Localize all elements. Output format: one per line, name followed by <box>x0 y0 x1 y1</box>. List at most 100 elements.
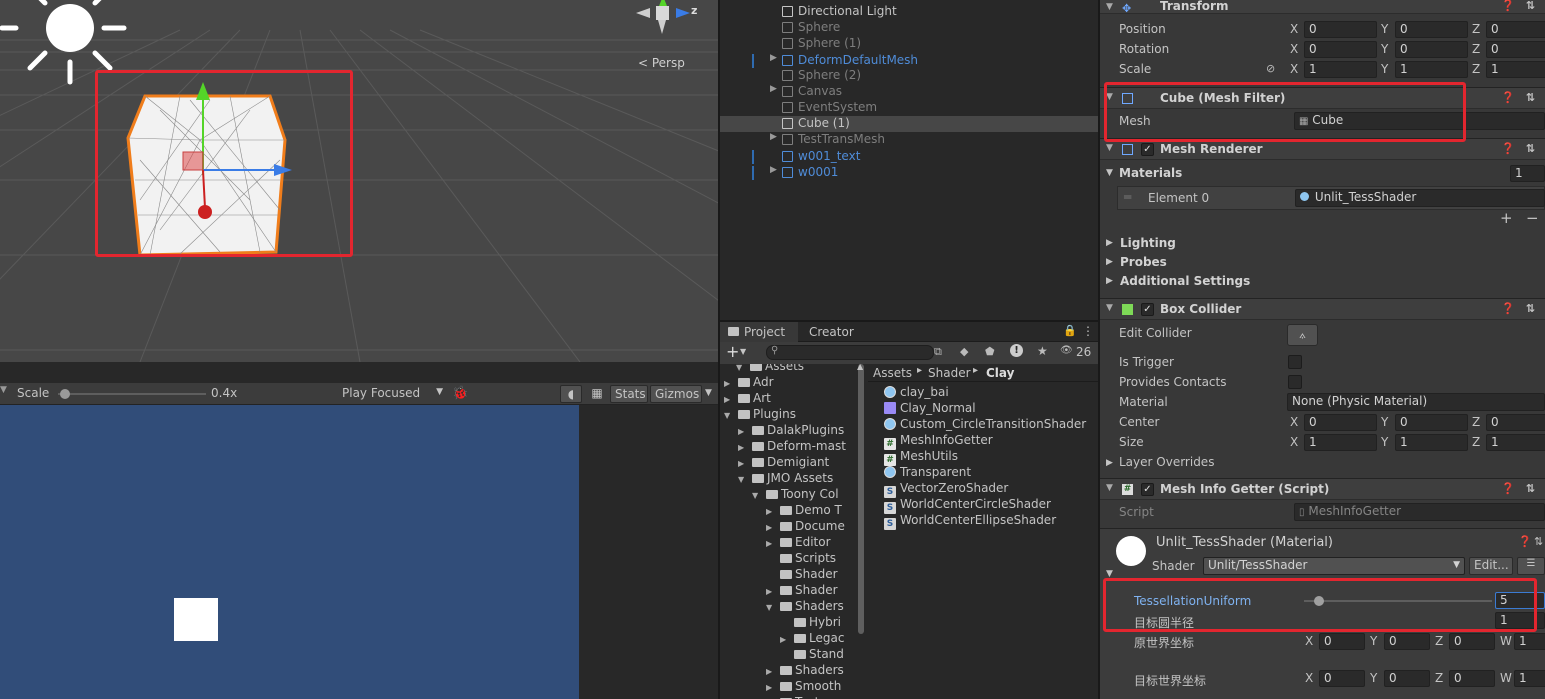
tree-expand-icon[interactable]: ▶ <box>738 459 752 468</box>
physic-material-field[interactable]: None (Physic Material) <box>1287 393 1545 411</box>
tree-folder-item[interactable]: ▶ Smooth <box>766 679 841 695</box>
help-icon[interactable]: ❓ <box>1501 91 1515 104</box>
center-y-input[interactable]: 0 <box>1395 414 1468 431</box>
settings-icon[interactable]: ⇅ <box>1526 91 1535 104</box>
provides-contacts-checkbox[interactable] <box>1288 375 1302 389</box>
project-file-item[interactable]: Transparent <box>884 465 971 481</box>
visibility-eye-icon[interactable]: 👁 <box>1060 345 1073 356</box>
size-x-input[interactable]: 1 <box>1304 434 1377 451</box>
hierarchy-row[interactable]: Sphere (2) <box>720 68 1098 84</box>
project-file-item[interactable]: S WorldCenterEllipseShader <box>884 513 1056 530</box>
collapse-icon[interactable]: ▼ <box>1106 569 1113 579</box>
tree-folder-item[interactable]: Shader <box>766 567 838 583</box>
tree-expand-icon[interactable]: ▶ <box>738 443 752 452</box>
expand-icon[interactable]: ▶ <box>770 165 777 175</box>
project-file-item[interactable]: Custom_CircleTransitionShader <box>884 417 1086 433</box>
box-collider-enabled-checkbox[interactable]: ✓ <box>1141 303 1154 316</box>
position-y-input[interactable]: 0 <box>1395 21 1468 38</box>
tree-folder-item[interactable]: Stand <box>780 647 844 663</box>
scene-view[interactable]: z < Persp <box>0 0 718 362</box>
tree-folder-item[interactable]: ▼ Toony Col <box>752 487 839 503</box>
scale-slider-knob[interactable] <box>60 389 71 399</box>
warning-icon[interactable]: ! <box>1010 344 1023 357</box>
tree-folder-item[interactable]: ▶ Docume <box>766 519 845 535</box>
shader-menu-icon[interactable]: ☰ <box>1517 557 1545 575</box>
kebab-menu-icon[interactable]: ⋮ <box>1082 324 1094 338</box>
is-trigger-checkbox[interactable] <box>1288 355 1302 369</box>
tree-folder-item[interactable]: Scripts <box>766 551 836 567</box>
additional-settings-label[interactable]: Additional Settings <box>1120 274 1250 288</box>
mesh-field[interactable]: ▦ Cube <box>1294 112 1545 130</box>
hierarchy-row[interactable]: Sphere <box>720 20 1098 36</box>
tree-folder-item[interactable]: ▶ Shader <box>766 583 838 599</box>
filter-type-icon[interactable]: ◆ <box>960 345 968 358</box>
expand-icon[interactable]: ▶ <box>1106 238 1113 248</box>
script-enabled-checkbox[interactable]: ✓ <box>1141 483 1154 496</box>
tessellation-slider-knob[interactable] <box>1314 596 1325 606</box>
tree-expand-icon[interactable]: ▶ <box>766 683 780 692</box>
tree-expand-icon[interactable]: ▼ <box>736 364 750 372</box>
tree-folder-item[interactable]: ▶ Demigiant <box>738 455 829 471</box>
tree-folder-item[interactable]: ▶ Adr <box>724 375 774 391</box>
position-z-input[interactable]: 0 <box>1486 21 1545 38</box>
project-file-item[interactable]: # MeshInfoGetter <box>884 433 993 450</box>
mesh-filter-header[interactable]: ▼ Cube (Mesh Filter) ❓ ⇅ <box>1100 87 1545 109</box>
resolution-grid-icon[interactable]: ▦ <box>586 385 608 403</box>
settings-icon[interactable]: ⇅ <box>1526 302 1535 315</box>
tree-folder-item[interactable]: ▶ Editor <box>766 535 831 551</box>
tree-folder-item[interactable]: ▶ Art <box>724 391 771 407</box>
rotation-z-input[interactable]: 0 <box>1486 41 1545 58</box>
drag-handle-icon[interactable]: ═ <box>1124 190 1131 204</box>
tree-expand-icon[interactable]: ▼ <box>766 603 780 612</box>
favorite-star-icon[interactable]: ★ <box>1037 344 1048 358</box>
target-x-input[interactable]: 0 <box>1319 670 1365 687</box>
tree-folder-item[interactable]: ▼ JMO Assets <box>738 471 833 487</box>
mute-audio-button[interactable]: ◖ <box>560 385 582 403</box>
collapse-icon[interactable]: ▼ <box>1106 2 1113 12</box>
size-z-input[interactable]: 1 <box>1486 434 1545 451</box>
tree-expand-icon[interactable]: ▶ <box>738 427 752 436</box>
hierarchy-row[interactable]: Sphere (1) <box>720 36 1098 52</box>
constrain-link-icon[interactable]: ⊘ <box>1266 62 1275 75</box>
tessellation-slider[interactable] <box>1304 596 1492 606</box>
orig-z-input[interactable]: 0 <box>1449 633 1495 650</box>
gizmos-dropdown-icon[interactable]: ▼ <box>705 388 712 398</box>
project-file-item[interactable]: S VectorZeroShader <box>884 481 1008 498</box>
target-w-input[interactable]: 1 <box>1514 670 1545 687</box>
scroll-up-icon[interactable]: ▲ <box>857 362 863 371</box>
gizmos-button[interactable]: Gizmos <box>650 385 702 403</box>
project-file-item[interactable]: S WorldCenterCircleShader <box>884 497 1051 514</box>
box-collider-header[interactable]: ▼ ✓ Box Collider ❓ ⇅ <box>1100 298 1545 320</box>
tree-folder-item[interactable]: ▶ Shaders <box>766 663 844 679</box>
settings-icon[interactable]: ⇅ <box>1534 535 1543 548</box>
orig-x-input[interactable]: 0 <box>1319 633 1365 650</box>
remove-element-icon[interactable]: − <box>1526 209 1539 227</box>
tree-expand-icon[interactable]: ▶ <box>724 395 738 404</box>
persp-label[interactable]: < Persp <box>638 56 685 70</box>
materials-label[interactable]: Materials <box>1119 166 1182 180</box>
layer-overrides-label[interactable]: Layer Overrides <box>1119 455 1214 469</box>
breadcrumb-clay[interactable]: Clay <box>986 366 1014 380</box>
scale-y-input[interactable]: 1 <box>1395 61 1468 78</box>
expand-icon[interactable]: ▶ <box>1106 458 1113 468</box>
tree-expand-icon[interactable]: ▶ <box>766 507 780 516</box>
help-icon[interactable]: ❓ <box>1501 482 1515 495</box>
edit-collider-button[interactable]: ⟑ <box>1287 324 1318 346</box>
position-x-input[interactable]: 0 <box>1304 21 1377 38</box>
mesh-renderer-header[interactable]: ▼ ✓ Mesh Renderer ❓ ⇅ <box>1100 138 1545 160</box>
add-element-icon[interactable]: + <box>1500 209 1513 227</box>
hierarchy-row[interactable]: ▶ DeformDefaultMesh <box>720 53 1098 69</box>
project-file-item[interactable]: Clay_Normal <box>884 401 976 417</box>
collapse-icon[interactable]: ▼ <box>1106 303 1113 313</box>
mesh-renderer-enabled-checkbox[interactable]: ✓ <box>1141 143 1154 156</box>
search-by-type-icon[interactable]: ⧉ <box>934 345 942 359</box>
scale-z-input[interactable]: 1 <box>1486 61 1545 78</box>
help-icon[interactable]: ❓ <box>1501 302 1515 315</box>
tree-expand-icon[interactable]: ▼ <box>724 411 738 420</box>
tree-scrollbar[interactable] <box>858 364 864 634</box>
size-y-input[interactable]: 1 <box>1395 434 1468 451</box>
stats-button[interactable]: Stats <box>610 385 648 403</box>
transform-header[interactable]: ▼ ✥ Transform ❓ ⇅ <box>1100 0 1545 15</box>
collapse-icon[interactable]: ▼ <box>1106 143 1113 153</box>
tree-expand-icon[interactable]: ▶ <box>766 539 780 548</box>
